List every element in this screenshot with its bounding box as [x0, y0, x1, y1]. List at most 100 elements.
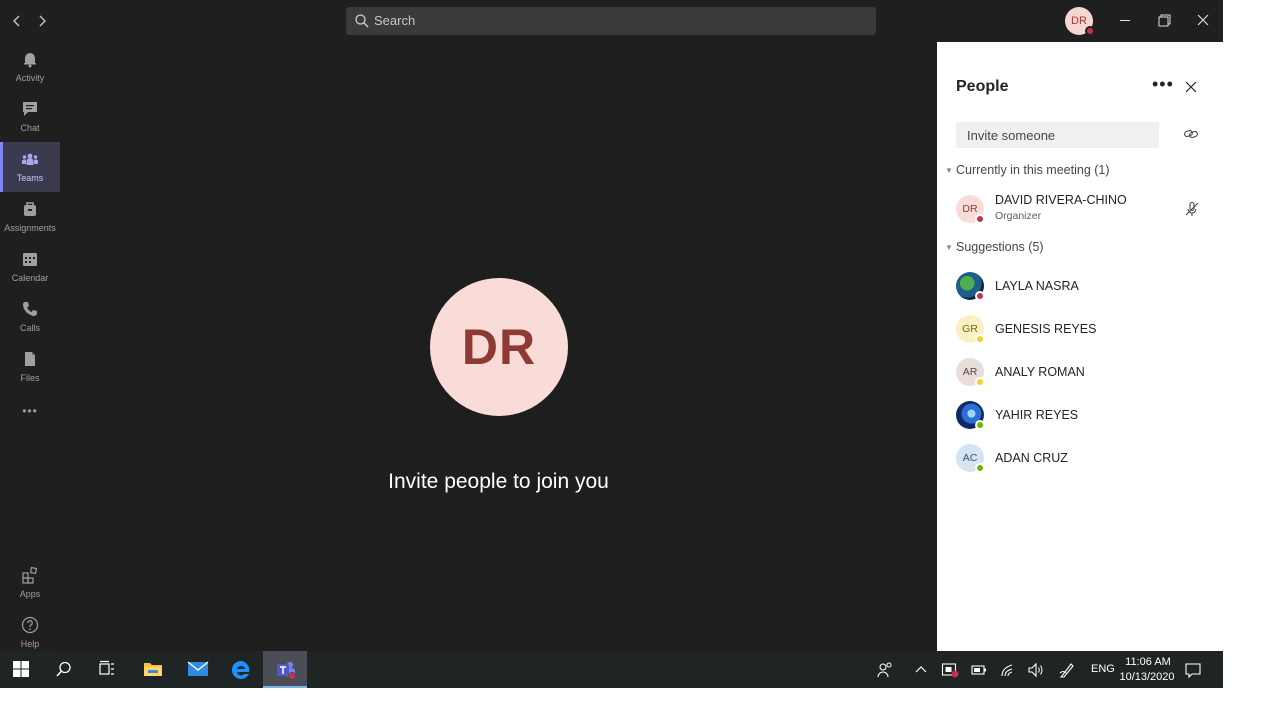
people-icon[interactable] — [876, 661, 894, 679]
task-view-icon — [99, 660, 114, 675]
volume-icon[interactable] — [1027, 661, 1045, 679]
participant-role: Organizer — [995, 210, 1042, 222]
rail-label-calendar: Calendar — [11, 273, 49, 283]
phone-icon — [23, 302, 37, 316]
teams-taskbar-button[interactable] — [263, 651, 307, 688]
more-apps-button[interactable]: ••• — [0, 398, 60, 428]
suggestion-name: LAYLA NASRA — [995, 279, 1079, 293]
bell-icon — [24, 53, 36, 68]
folder-icon — [144, 663, 162, 676]
current-meeting-section[interactable]: ▼ Currently in this meeting (1) — [942, 163, 1110, 177]
rail-label-apps: Apps — [19, 589, 41, 599]
link-icon — [1184, 129, 1198, 139]
rail-item-apps[interactable]: Apps — [0, 558, 60, 608]
app-rail: Activity Chat Teams Assignments Calendar… — [0, 42, 60, 651]
rail-item-teams[interactable]: Teams — [0, 142, 60, 192]
suggestion-name: GENESIS REYES — [995, 322, 1097, 336]
file-icon — [25, 352, 35, 366]
suggestion-row[interactable]: AR ANALY ROMAN — [956, 358, 1206, 398]
rail-item-calls[interactable]: Calls — [0, 292, 60, 342]
windows-logo-icon — [13, 661, 29, 677]
suggestion-row[interactable]: AC ADAN CRUZ — [956, 444, 1206, 484]
away-status-icon — [975, 334, 985, 344]
mail-button[interactable] — [175, 651, 219, 688]
rail-item-files[interactable]: Files — [0, 342, 60, 392]
search-box[interactable]: Search — [346, 7, 876, 35]
meeting-tray-icon[interactable] — [941, 661, 959, 679]
teams-icon — [22, 153, 38, 165]
profile-avatar[interactable]: DR — [1065, 7, 1095, 36]
rail-label-assignments: Assignments — [4, 223, 56, 233]
back-arrow-icon[interactable] — [7, 11, 27, 31]
close-panel-button[interactable] — [1182, 78, 1200, 96]
busy-status-icon — [975, 291, 985, 301]
pen-icon[interactable] — [1058, 661, 1076, 679]
rail-label-activity: Activity — [15, 73, 45, 83]
edge-browser-button[interactable] — [219, 651, 263, 688]
minimize-button[interactable] — [1110, 6, 1140, 36]
participant-name: DAVID RIVERA-CHINO — [995, 193, 1127, 207]
invite-message: Invite people to join you — [388, 470, 609, 493]
busy-status-icon — [975, 214, 985, 224]
invite-someone-input[interactable] — [956, 122, 1159, 148]
suggestion-name: ADAN CRUZ — [995, 451, 1068, 465]
notifications-icon[interactable] — [1184, 661, 1202, 679]
apps-icon — [22, 566, 38, 584]
search-icon — [354, 13, 370, 29]
network-icon[interactable] — [999, 661, 1017, 679]
away-status-icon — [975, 377, 985, 387]
copy-link-button[interactable] — [1183, 126, 1199, 142]
calendar-icon — [23, 253, 37, 266]
meeting-stage: DR Invite people to join you — [60, 42, 937, 651]
suggestions-section[interactable]: ▼ Suggestions (5) — [942, 240, 1044, 254]
more-dots-icon: ••• — [22, 404, 38, 418]
rail-item-calendar[interactable]: Calendar — [0, 242, 60, 292]
participant-avatar: DR — [430, 278, 568, 416]
start-button[interactable] — [0, 651, 44, 688]
clock-date[interactable]: 10/13/2020 — [1117, 671, 1177, 683]
input-language[interactable]: ENG — [1091, 663, 1115, 675]
rail-label-help: Help — [20, 639, 40, 649]
close-window-button[interactable] — [1188, 6, 1218, 36]
chevron-up-icon[interactable] — [912, 661, 930, 679]
task-view-button[interactable] — [86, 651, 130, 688]
windows-taskbar: ENG 11:06 AM 10/13/2020 — [0, 651, 1223, 688]
available-status-icon — [975, 463, 985, 473]
search-icon — [56, 661, 71, 677]
muted-mic-icon[interactable] — [1183, 200, 1201, 218]
rail-label-chat: Chat — [20, 123, 40, 133]
close-icon — [1185, 81, 1197, 93]
file-explorer-button[interactable] — [131, 651, 175, 688]
caret-down-icon: ▼ — [945, 243, 953, 253]
rail-label-files: Files — [20, 373, 40, 383]
more-options-button[interactable]: ••• — [1152, 75, 1173, 97]
suggestion-row[interactable]: LAYLA NASRA — [956, 272, 1206, 312]
rail-item-chat[interactable]: Chat — [0, 92, 60, 142]
clock-time[interactable]: 11:06 AM — [1122, 656, 1174, 668]
current-meeting-header: Currently in this meeting — [956, 163, 1091, 177]
battery-icon[interactable] — [970, 661, 988, 679]
suggestion-row[interactable]: GR GENESIS REYES — [956, 315, 1206, 355]
suggestion-row[interactable]: YAHIR REYES — [956, 401, 1206, 441]
panel-title: People — [956, 78, 1009, 95]
rail-item-assignments[interactable]: Assignments — [0, 192, 60, 242]
busy-status-icon — [1085, 26, 1095, 36]
edge-icon — [231, 660, 250, 679]
restore-button[interactable] — [1149, 6, 1179, 36]
search-placeholder: Search — [374, 13, 416, 28]
help-icon — [21, 616, 39, 634]
people-panel: People ••• ▼Currently in this meeting (1… — [937, 42, 1223, 651]
rail-label-calls: Calls — [19, 323, 40, 333]
profile-initials: DR — [1071, 15, 1087, 27]
rail-item-activity[interactable]: Activity — [0, 42, 60, 92]
participant-row[interactable]: DR DAVID RIVERA-CHINO Organizer — [956, 193, 1206, 235]
title-bar: Search DR — [0, 0, 1223, 42]
forward-arrow-icon[interactable] — [32, 11, 52, 31]
assignments-icon — [24, 202, 36, 216]
teams-window: Search DR Activity Chat Teams Assignment… — [0, 0, 1223, 688]
current-meeting-count: (1) — [1094, 163, 1110, 177]
taskbar-search-button[interactable] — [43, 651, 87, 688]
caret-down-icon: ▼ — [945, 166, 953, 176]
suggestions-header: Suggestions — [956, 240, 1025, 254]
mail-icon — [187, 661, 209, 676]
